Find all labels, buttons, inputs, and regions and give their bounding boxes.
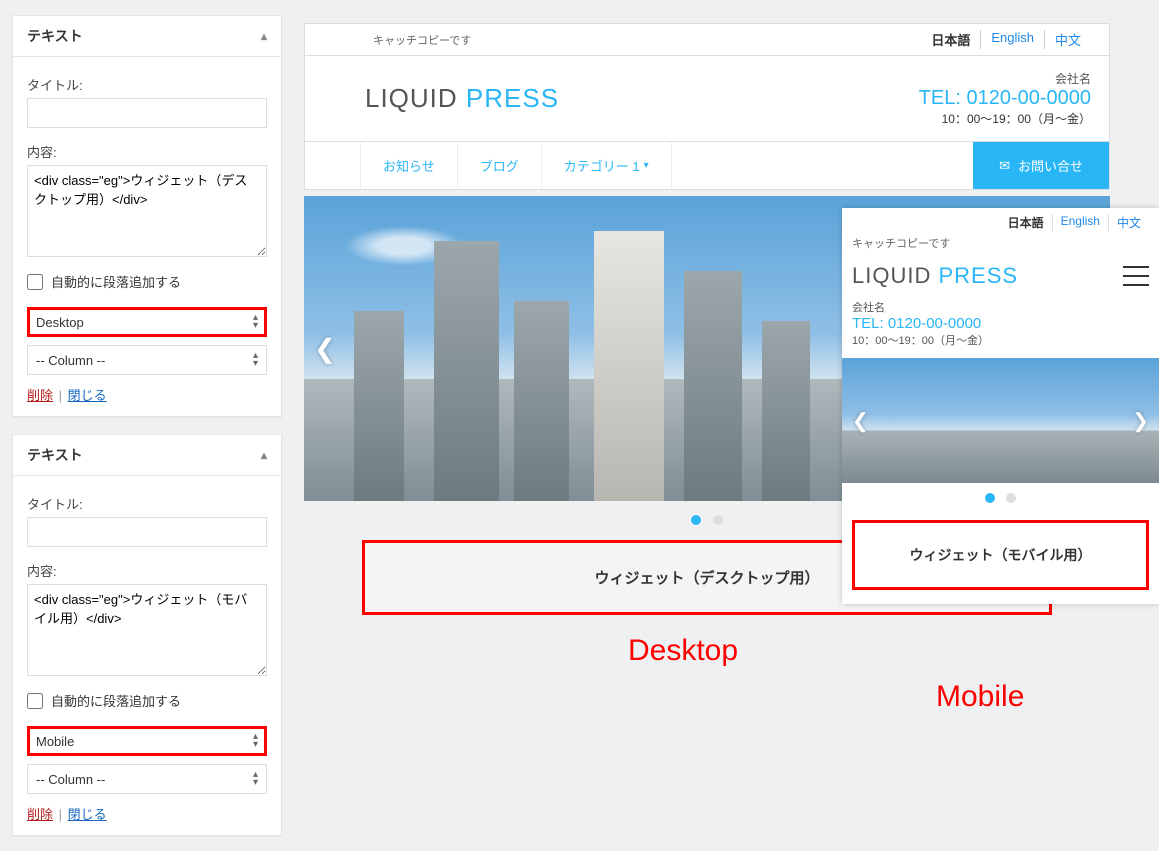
slider-dot[interactable] <box>713 515 723 525</box>
mobile-widget-text: ウィジェット（モバイル用） <box>910 547 1092 563</box>
site-logo[interactable]: LIQUID PRESS <box>365 83 559 114</box>
separator: | <box>59 388 62 403</box>
logo-text-2: PRESS <box>466 83 559 113</box>
title-input[interactable] <box>27 98 267 128</box>
tel-number: TEL: 0120-00-0000 <box>919 87 1091 110</box>
desktop-annotation-label: Desktop <box>628 634 738 668</box>
preview-mobile: 日本語 English 中文 キャッチコピーです LIQUID PRESS 会社… <box>842 208 1159 604</box>
logo-text-2: PRESS <box>938 263 1018 288</box>
delete-link[interactable]: 削除 <box>27 807 53 822</box>
envelope-icon: ✉ <box>999 158 1010 174</box>
widget-header-title: テキスト <box>27 445 83 465</box>
device-select-value: Desktop <box>36 315 84 330</box>
slider-next-icon[interactable]: ❯ <box>1132 408 1149 433</box>
content-label: 内容: <box>27 142 267 161</box>
text-widget-panel-mobile: テキスト ▴ タイトル: 内容: <div class="eg">ウィジェット（… <box>12 434 282 836</box>
select-arrow-icon <box>253 771 258 787</box>
autop-label: 自動的に段落追加する <box>51 691 181 710</box>
slider-prev-icon[interactable]: ❮ <box>314 333 336 364</box>
content-label: 内容: <box>27 561 267 580</box>
collapse-icon[interactable]: ▴ <box>261 29 267 43</box>
separator: | <box>59 807 62 822</box>
nav-category-label: カテゴリー 1 <box>564 156 640 175</box>
lang-zh[interactable]: 中文 <box>1108 214 1149 231</box>
hamburger-menu-icon[interactable] <box>1123 266 1149 286</box>
site-logo-mobile[interactable]: LIQUID PRESS <box>852 263 1018 289</box>
widget-header-title: テキスト <box>27 26 83 46</box>
tel-number: TEL: 0120-00-0000 <box>852 315 1149 332</box>
slider-dot[interactable] <box>1006 493 1016 503</box>
hours-text: 10：00～19：00（月～金） <box>919 110 1091 127</box>
company-name: 会社名 <box>919 70 1091 87</box>
nav-blog[interactable]: ブログ <box>458 142 542 189</box>
content-textarea[interactable]: <div class="eg">ウィジェット（デスクトップ用）</div> <box>27 165 267 257</box>
header-info: 会社名 TEL: 0120-00-0000 10：00～19：00（月～金） <box>919 70 1091 127</box>
logo-text-1: LIQUID <box>852 263 938 288</box>
contact-label: お問い合せ <box>1018 156 1083 175</box>
widget-header[interactable]: テキスト ▴ <box>13 435 281 476</box>
company-name: 会社名 <box>852 299 1149 315</box>
title-label: タイトル: <box>27 75 267 94</box>
collapse-icon[interactable]: ▴ <box>261 448 267 462</box>
preview-header: LIQUID PRESS 会社名 TEL: 0120-00-0000 10：00… <box>304 56 1110 141</box>
nav-spacer <box>305 142 361 189</box>
autop-checkbox[interactable] <box>27 693 43 709</box>
nav-spacer <box>672 142 973 189</box>
slider-prev-icon[interactable]: ❮ <box>852 408 869 433</box>
mobile-widget-output: ウィジェット（モバイル用） <box>852 520 1149 590</box>
mobile-annotation-label: Mobile <box>936 680 1024 714</box>
hours-text: 10：00～19：00（月～金） <box>852 332 1149 348</box>
chevron-down-icon: ▾ <box>644 160 649 171</box>
device-select-value: Mobile <box>36 734 74 749</box>
text-widget-panel-desktop: テキスト ▴ タイトル: 内容: <div class="eg">ウィジェット（… <box>12 15 282 417</box>
main-nav: お知らせ ブログ カテゴリー 1 ▾ ✉ お問い合せ <box>304 141 1110 190</box>
lang-en[interactable]: English <box>980 30 1044 49</box>
widget-header[interactable]: テキスト ▴ <box>13 16 281 57</box>
delete-link[interactable]: 削除 <box>27 388 53 403</box>
autop-label: 自動的に段落追加する <box>51 272 181 291</box>
select-arrow-icon <box>253 314 258 330</box>
close-link[interactable]: 閉じる <box>68 388 107 403</box>
lang-zh[interactable]: 中文 <box>1044 30 1091 49</box>
lang-jp[interactable]: 日本語 <box>1000 214 1052 231</box>
mobile-header: LIQUID PRESS <box>842 257 1159 295</box>
column-select-value: -- Column -- <box>36 353 105 368</box>
slider-dot-active[interactable] <box>985 493 995 503</box>
slider-dots-mobile <box>842 491 1159 506</box>
column-select[interactable]: -- Column -- <box>27 345 267 375</box>
lang-en[interactable]: English <box>1052 214 1108 231</box>
logo-text-1: LIQUID <box>365 83 466 113</box>
select-arrow-icon <box>253 733 258 749</box>
column-select-value: -- Column -- <box>36 772 105 787</box>
catch-copy-mobile: キャッチコピーです <box>842 235 1159 257</box>
device-select[interactable]: Desktop <box>27 307 267 337</box>
language-switcher-mobile: 日本語 English 中文 <box>842 208 1159 235</box>
preview-topbar: キャッチコピーです 日本語 English 中文 <box>304 23 1110 56</box>
autop-checkbox[interactable] <box>27 274 43 290</box>
title-label: タイトル: <box>27 494 267 513</box>
content-textarea[interactable]: <div class="eg">ウィジェット（モバイル用）</div> <box>27 584 267 676</box>
hero-slider-mobile: ❮ ❯ <box>842 358 1159 483</box>
catch-copy: キャッチコピーです <box>373 32 471 48</box>
column-select[interactable]: -- Column -- <box>27 764 267 794</box>
device-select[interactable]: Mobile <box>27 726 267 756</box>
slider-dot-active[interactable] <box>691 515 701 525</box>
close-link[interactable]: 閉じる <box>68 807 107 822</box>
select-arrow-icon <box>253 352 258 368</box>
contact-button[interactable]: ✉ お問い合せ <box>973 142 1109 189</box>
lang-jp[interactable]: 日本語 <box>921 30 980 49</box>
title-input[interactable] <box>27 517 267 547</box>
mobile-header-info: 会社名 TEL: 0120-00-0000 10：00～19：00（月～金） <box>842 295 1159 358</box>
nav-category[interactable]: カテゴリー 1 ▾ <box>542 142 672 189</box>
language-switcher: 日本語 English 中文 <box>921 30 1091 49</box>
nav-news[interactable]: お知らせ <box>361 142 458 189</box>
desktop-widget-text: ウィジェット（デスクトップ用） <box>594 570 819 587</box>
